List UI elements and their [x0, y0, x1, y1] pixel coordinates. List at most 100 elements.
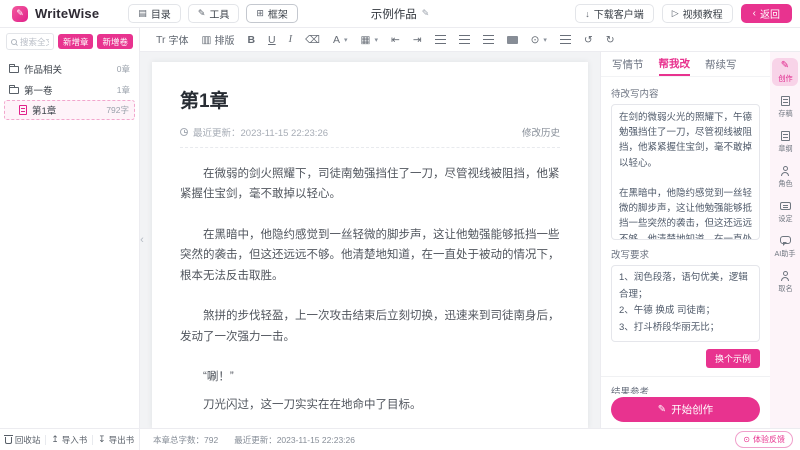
- chevron-down-icon: ▾: [344, 36, 348, 44]
- status-bar: 回收站 ↥ 导入书 ↧ 导出书 本章总字数：792 最近更新：2023-11-1…: [0, 428, 800, 450]
- emoji-icon: ⊙: [531, 34, 540, 46]
- edit-title-icon[interactable]: ✎: [422, 8, 430, 19]
- indent-increase-button[interactable]: ⇥: [413, 34, 422, 46]
- folder-open-icon: [9, 87, 19, 94]
- rail-item-characters[interactable]: 角色: [772, 163, 798, 191]
- framework-button[interactable]: ⊞ 框架: [246, 4, 298, 23]
- new-volume-button[interactable]: 新增卷: [97, 34, 133, 49]
- paragraph: 在黑暗中，他隐约感觉到一丝轻微的脚步声，这让他勉强能够抵挡一些突然的袭击，但这还…: [180, 225, 560, 286]
- format-toolbar: Tr 字体 ▥ 排版 B U I ⌫ A▾ ▦▾ ⇤ ⇥ ⊙▾ ↺ ↻: [140, 28, 800, 52]
- tree-item-chapter-1-selected[interactable]: 第1章 792字: [4, 100, 135, 120]
- image-icon: ▦: [361, 34, 371, 46]
- assistant-content: 待改写内容 在剑的微弱火光的照耀下，午德勉强挡住了一刀，尽管视线被阻挡，他紧紧握…: [601, 77, 770, 394]
- recycle-bin-button[interactable]: 回收站: [5, 434, 41, 446]
- assistant-tabs: 写情节 帮我改 帮续写: [601, 52, 770, 77]
- search-input[interactable]: [20, 37, 49, 47]
- feature-rail: ✎ 创作 存稿 章纲 角色 设定 AI助手 取名: [770, 52, 800, 428]
- export-book-button[interactable]: ↧ 导出书: [98, 434, 134, 446]
- tree-item-count: 1章: [117, 84, 130, 96]
- writewise-app: ✎ WriteWise ▤ 目录 ✎ 工具 ⊞ 框架 示例作品 ✎ ↓ 下载客户…: [0, 0, 800, 450]
- start-creation-button[interactable]: ✎ 开始创作: [611, 397, 760, 422]
- search-box: [6, 33, 54, 50]
- undo-button[interactable]: ↺: [584, 34, 593, 46]
- align-left-button[interactable]: [435, 35, 446, 44]
- align-center-button[interactable]: [459, 35, 470, 44]
- feedback-button[interactable]: ⊙ 体验反馈: [735, 431, 793, 448]
- redo-button[interactable]: ↻: [606, 34, 615, 46]
- rewrite-requirements-input[interactable]: 1、润色段落，语句优美，逻辑合理； 2、午德 换成 司徒南； 3、打斗桥段华丽无…: [611, 265, 760, 342]
- italic-button[interactable]: I: [289, 34, 293, 45]
- clear-format-button[interactable]: ⌫: [305, 34, 320, 46]
- layout-button[interactable]: ▥ 排版: [202, 32, 235, 47]
- download-icon: ↓: [585, 9, 590, 19]
- underline-button[interactable]: U: [268, 34, 276, 46]
- chevron-down-icon: ▾: [374, 36, 378, 44]
- export-book-label: 导出书: [109, 434, 135, 446]
- tab-help-rewrite[interactable]: 帮我改: [659, 52, 691, 76]
- rail-item-create[interactable]: ✎ 创作: [772, 58, 798, 86]
- rail-item-chapter-outline[interactable]: 章纲: [772, 128, 798, 156]
- indent-decrease-button[interactable]: ⇤: [391, 34, 400, 46]
- last-updated-text: 最近更新：2023-11-15 22:23:26: [193, 125, 328, 139]
- divider-block-button[interactable]: [507, 36, 518, 44]
- rail-item-naming[interactable]: 取名: [772, 268, 798, 296]
- tab-help-continue[interactable]: 帮续写: [705, 52, 737, 76]
- rail-item-label: 章纲: [778, 143, 792, 153]
- rewrite-content-input[interactable]: 在剑的微弱火光的照耀下，午德勉强挡住了一刀，尽管视线被阻挡，他紧紧握住宝剑，毫不…: [611, 104, 760, 240]
- chevron-left-icon: ‹: [140, 234, 144, 246]
- change-example-button[interactable]: 换个示例: [706, 349, 760, 368]
- font-color-button[interactable]: A▾: [333, 34, 348, 46]
- tools-button[interactable]: ✎ 工具: [188, 4, 240, 23]
- list-button[interactable]: [560, 35, 571, 44]
- sidebar-collapse-handle[interactable]: ‹: [137, 228, 147, 252]
- bold-button[interactable]: B: [247, 34, 255, 46]
- export-icon: ↧: [98, 434, 106, 445]
- result-reference-label: 结果参考: [611, 384, 760, 395]
- align-right-button[interactable]: [483, 35, 494, 44]
- worldbuilding-card-icon: [780, 202, 791, 210]
- new-chapter-button[interactable]: 新增章: [58, 34, 94, 49]
- directory-button[interactable]: ▤ 目录: [128, 4, 181, 23]
- tree-item-label: 第1章: [32, 103, 56, 117]
- word-count-text: 本章总字数：792: [153, 434, 218, 446]
- font-button[interactable]: Tr 字体: [156, 32, 189, 47]
- trash-icon: [5, 437, 12, 444]
- editor-page[interactable]: 第1章 最近更新：2023-11-15 22:23:26 修改历史 在微弱的剑火…: [152, 62, 588, 428]
- rewrite-content-label: 待改写内容: [611, 86, 760, 100]
- directory-button-label: 目录: [151, 6, 171, 21]
- download-client-button[interactable]: ↓ 下载客户端: [575, 4, 654, 23]
- rail-item-ai-helper[interactable]: AI助手: [772, 233, 798, 261]
- revision-history-link[interactable]: 修改历史: [522, 125, 560, 139]
- rail-item-label: 设定: [778, 213, 792, 223]
- directory-icon: ▤: [138, 8, 147, 19]
- tools-button-label: 工具: [209, 6, 229, 21]
- video-tutorial-button[interactable]: ▷ 视频教程: [662, 4, 733, 23]
- tab-write-plot[interactable]: 写情节: [612, 52, 644, 76]
- rail-item-settings[interactable]: 设定: [772, 198, 798, 226]
- info-icon: ⊙: [743, 435, 750, 444]
- document-icon: [19, 105, 27, 115]
- import-book-button[interactable]: ↥ 导入书: [51, 434, 87, 446]
- emoji-button[interactable]: ⊙▾: [531, 34, 547, 46]
- tree-item-volume-1[interactable]: 第一卷 1章: [0, 79, 139, 100]
- back-button[interactable]: ‹ 返回: [741, 4, 792, 23]
- insert-image-button[interactable]: ▦▾: [361, 34, 378, 46]
- framework-button-label: 框架: [268, 6, 288, 21]
- rail-item-label: 取名: [778, 283, 792, 293]
- requirement-line: 2、午德 换成 司徒南；: [619, 303, 752, 320]
- import-book-label: 导入书: [62, 434, 88, 446]
- feedback-label: 体验反馈: [753, 434, 785, 445]
- paragraph: 煞拼的步伐轻盈，上一次攻击结束后立刻切换，迅速来到司徒南身后，发动了一次强力一击…: [180, 306, 560, 347]
- draft-icon: [781, 96, 790, 106]
- character-icon: [780, 166, 790, 176]
- tree-item-related[interactable]: 作品相关 0章: [0, 58, 139, 79]
- paragraph: “唰！”: [180, 367, 560, 387]
- video-tutorial-label: 视频教程: [683, 6, 723, 21]
- rail-item-drafts[interactable]: 存稿: [772, 93, 798, 121]
- ai-chat-icon: [780, 236, 791, 244]
- chapter-title: 第1章: [180, 86, 560, 113]
- chapter-tree: 作品相关 0章 第一卷 1章 第1章 792字: [0, 55, 139, 123]
- play-icon: ▷: [672, 8, 679, 19]
- divider: [92, 435, 93, 445]
- chapter-body[interactable]: 在微弱的剑火照耀下，司徒南勉强挡住了一刀，尽管视线被阻挡，他紧紧握住宝剑，毫不敢…: [180, 148, 560, 428]
